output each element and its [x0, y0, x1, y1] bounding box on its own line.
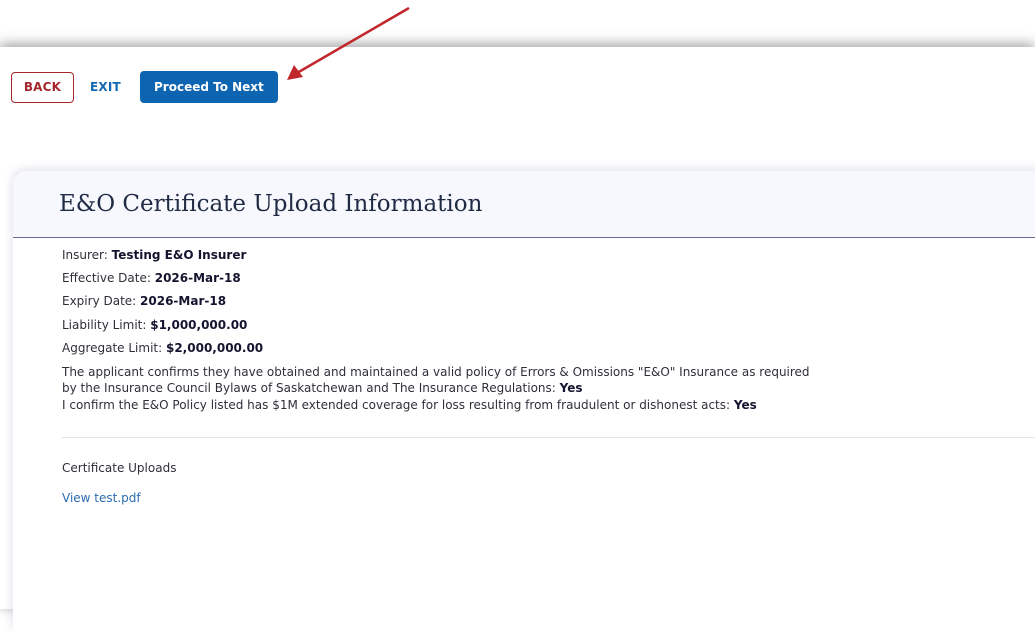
effective-date-label: Effective Date:: [62, 271, 155, 285]
liability-limit-line: Liability Limit: $1,000,000.00: [62, 317, 247, 333]
confirmation-extended-coverage: I confirm the E&O Policy listed has $1M …: [62, 397, 822, 413]
insurer-line: Insurer: Testing E&O Insurer: [62, 247, 246, 263]
eo-info-card: E&O Certificate Upload Information Insur…: [13, 171, 1035, 631]
expiry-date-label: Expiry Date:: [62, 294, 141, 308]
back-button[interactable]: BACK: [11, 71, 74, 103]
aggregate-limit-value: $2,000,000.00: [165, 341, 264, 355]
effective-date-line: Effective Date: 2026-Mar-18: [62, 270, 241, 286]
exit-button[interactable]: EXIT: [90, 80, 121, 94]
effective-date-value: 2026-Mar-18: [154, 271, 241, 285]
card-title: E&O Certificate Upload Information: [59, 191, 483, 217]
toolbar: BACK EXIT Proceed To Next: [11, 71, 278, 103]
confirmation-eo-policy: The applicant confirms they have obtaine…: [62, 364, 822, 396]
confirmation-eo-value: Yes: [559, 381, 583, 395]
insurer-label: Insurer:: [62, 248, 112, 262]
confirmation-coverage-text: I confirm the E&O Policy listed has $1M …: [62, 398, 734, 412]
liability-limit-label: Liability Limit:: [62, 318, 151, 332]
card-header: E&O Certificate Upload Information: [13, 171, 1035, 238]
expiry-date-line: Expiry Date: 2026-Mar-18: [62, 293, 226, 309]
aggregate-limit-label: Aggregate Limit:: [62, 341, 166, 355]
confirmation-eo-text: The applicant confirms they have obtaine…: [62, 365, 810, 395]
expiry-date-value: 2026-Mar-18: [140, 294, 227, 308]
view-certificate-link[interactable]: View test.pdf: [62, 491, 141, 505]
aggregate-limit-line: Aggregate Limit: $2,000,000.00: [62, 340, 263, 356]
liability-limit-value: $1,000,000.00: [150, 318, 248, 332]
screenshot-window: BACK EXIT Proceed To Next E&O Certificat…: [0, 47, 1035, 631]
section-divider: [62, 437, 1035, 438]
certificate-uploads-label: Certificate Uploads: [62, 461, 177, 475]
confirmation-coverage-value: Yes: [733, 398, 757, 412]
insurer-value: Testing E&O Insurer: [111, 248, 247, 262]
proceed-to-next-button[interactable]: Proceed To Next: [139, 71, 278, 103]
